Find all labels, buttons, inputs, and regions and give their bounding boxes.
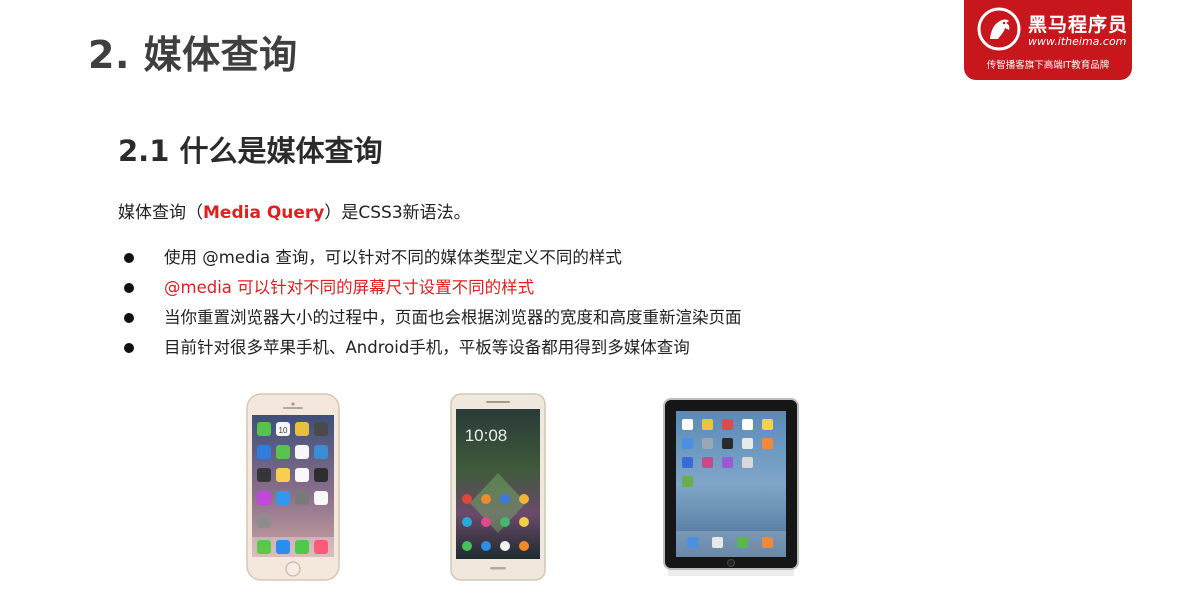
list-item: 当你重置浏览器大小的过程中，页面也会根据浏览器的宽度和高度重新渲染页面 [124, 306, 742, 336]
intro-highlight: Media Query [203, 203, 325, 223]
iphone-calendar-day: 10 [279, 426, 288, 435]
list-item: @media 可以针对不同的屏幕尺寸设置不同的样式 [124, 276, 742, 306]
brand-logo: 黑马程序员 www.itheima.com 传智播客旗下高端IT教育品牌 [964, 0, 1132, 80]
section-title: 2.1 什么是媒体查询 [118, 134, 383, 168]
intro-text-after: ）是CSS3新语法。 [324, 203, 471, 223]
bullet-text: @media 可以针对不同的屏幕尺寸设置不同的样式 [164, 278, 535, 297]
bullet-dot-icon [124, 313, 134, 323]
brand-name: 黑马程序员 [1028, 14, 1129, 36]
list-item: 目前针对很多苹果手机、Android手机，平板等设备都用得到多媒体查询 [124, 336, 742, 366]
page-title: 2. 媒体查询 [88, 33, 298, 77]
bullet-text: 目前针对很多苹果手机、Android手机，平板等设备都用得到多媒体查询 [164, 338, 690, 357]
bullet-list: 使用 @media 查询，可以针对不同的媒体类型定义不同的样式 @media 可… [124, 246, 742, 366]
iphone-image: 10 [246, 393, 340, 581]
android-phone-image: 10:08 [450, 393, 546, 581]
bullet-text: 使用 @media 查询，可以针对不同的媒体类型定义不同的样式 [164, 248, 622, 267]
bullet-dot-icon [124, 253, 134, 263]
list-item: 使用 @media 查询，可以针对不同的媒体类型定义不同的样式 [124, 246, 742, 276]
android-clock-text: 10:08 [465, 426, 508, 445]
intro-paragraph: 媒体查询（Media Query）是CSS3新语法。 [118, 198, 471, 223]
brand-slogan: 传智播客旗下高端IT教育品牌 [986, 60, 1110, 71]
ipad-image [663, 398, 799, 576]
device-images: 10 10:08 [0, 390, 1192, 590]
intro-text-before: 媒体查询（ [118, 203, 203, 223]
bullet-dot-icon [124, 283, 134, 293]
horse-logo-icon [977, 7, 1021, 51]
bullet-text: 当你重置浏览器大小的过程中，页面也会根据浏览器的宽度和高度重新渲染页面 [164, 308, 742, 327]
bullet-dot-icon [124, 343, 134, 353]
brand-url: www.itheima.com [1028, 35, 1127, 48]
